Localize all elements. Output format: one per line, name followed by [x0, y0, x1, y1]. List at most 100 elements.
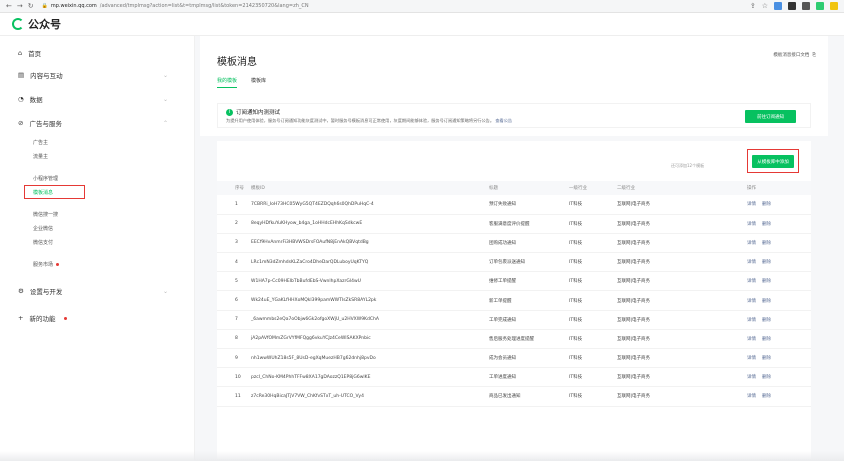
template-id: 7CBRRi_IoH73HC05WyG5QT4EZDQqh6s0QhDPuHqC…	[251, 195, 489, 215]
detail-link[interactable]: 详情	[747, 260, 756, 265]
template-id: z7cRe30HqBicaJTjV7VW_ChKfvSTxT_uh-UTCO_V…	[251, 386, 489, 407]
star-icon[interactable]: ☆	[762, 2, 768, 10]
delete-link[interactable]: 删除	[762, 241, 771, 246]
template-id: LRc1mN3dZmhdsKLZaCro4DheDarQDLuboyUqKTYQ	[251, 252, 489, 273]
industry-2: 互联网|电子商务	[617, 367, 747, 388]
table-row: 4 LRc1mN3dZmhdsKLZaCro4DheDarQDLuboyUqKTY…	[217, 252, 811, 273]
forward-icon[interactable]: →	[17, 2, 23, 10]
chevron-down-icon: ⌄	[162, 287, 168, 295]
sidebar-item-content[interactable]: ▤ 内容与互动 ⌄	[18, 70, 168, 80]
delete-link[interactable]: 删除	[762, 356, 771, 361]
detail-link[interactable]: 详情	[747, 356, 756, 361]
template-id: jA2pAVfOMmZGrVYfMFQgg6vkuYCJz4CeWISAKXPn…	[251, 329, 489, 350]
sidebar: ⌂ 首页 ▤ 内容与互动 ⌄ ◔ 数据 ⌄ ⊘ 广告与服务 ⌃ 广告主 流量主 …	[0, 36, 195, 461]
detail-link[interactable]: 详情	[747, 299, 756, 304]
sidebar-item-new-features[interactable]: + 新的功能	[18, 313, 168, 323]
reload-icon[interactable]: ↻	[28, 2, 34, 10]
url-path: /advanced/tmplmsg?action=list&t=tmplmsg/…	[99, 3, 309, 9]
extension-icon[interactable]	[774, 2, 782, 10]
industry-1: IT科技	[569, 271, 617, 292]
delete-link[interactable]: 删除	[762, 279, 771, 284]
doc-link[interactable]: 模板消息接口文档 ⎘	[773, 52, 816, 58]
detail-link[interactable]: 详情	[747, 394, 756, 399]
address-bar[interactable]: 🔒 mp.weixin.qq.com /advanced/tmplmsg?act…	[42, 3, 309, 9]
row-actions: 详情 删除	[747, 214, 811, 234]
delete-link[interactable]: 删除	[762, 222, 771, 227]
template-title: 新工单提醒	[489, 290, 569, 311]
notice-desc-text: 为提升用户使用体验，服务号订阅通知功能灰度测试中，暂时服务号模板消息可正常使用，…	[226, 118, 495, 123]
row-actions: 详情 删除	[747, 252, 811, 273]
sidebar-item-label: 首页	[28, 50, 42, 58]
bottom-fade	[0, 451, 844, 461]
row-actions: 详情 删除	[747, 290, 811, 311]
sub-item-pay[interactable]: 微信支付	[33, 239, 53, 246]
sidebar-item-home[interactable]: ⌂ 首页	[18, 48, 168, 58]
sub-item-miniprogram[interactable]: 小程序管理	[33, 175, 58, 182]
tab-my-templates[interactable]: 我的模板	[217, 77, 238, 88]
template-id: nh1wwWUhZ18s5F_8UsD-egXqMuezHB7g62dnhj8p…	[251, 348, 489, 369]
detail-link[interactable]: 详情	[747, 279, 756, 284]
sub-item-label: 服务市场	[33, 262, 54, 268]
delete-link[interactable]: 删除	[762, 260, 771, 265]
home-icon: ⌂	[18, 49, 23, 57]
row-number: 3	[217, 233, 251, 254]
delete-link[interactable]: 删除	[762, 337, 771, 342]
notice-link[interactable]: 查看公告	[495, 118, 512, 123]
row-number: 5	[217, 271, 251, 292]
template-id: EECf9HvAnmrFi3HBVWSDrsFOAufN8jEnAkQBVqtd…	[251, 233, 489, 254]
settings-icon: ⚙	[18, 287, 24, 295]
top-header: 公众号	[0, 13, 844, 36]
sidebar-item-settings[interactable]: ⚙ 设置与开发 ⌄	[18, 286, 168, 296]
go-subscribe-button[interactable]: 前往订阅通知	[745, 110, 796, 123]
delete-link[interactable]: 删除	[762, 394, 771, 399]
chevron-down-icon: ⌄	[162, 71, 168, 79]
detail-link[interactable]: 详情	[747, 222, 756, 227]
highlight-box	[747, 149, 799, 173]
detail-link[interactable]: 详情	[747, 375, 756, 380]
row-actions: 详情 删除	[747, 386, 811, 407]
extension-icon[interactable]	[802, 2, 810, 10]
sub-item-search[interactable]: 微信搜一搜	[33, 211, 58, 218]
detail-link[interactable]: 详情	[747, 241, 756, 246]
detail-link[interactable]: 详情	[747, 337, 756, 342]
back-icon[interactable]: ←	[6, 2, 12, 10]
industry-2: 互联网|电子商务	[617, 329, 747, 350]
sub-item-advertiser[interactable]: 广告主	[33, 139, 48, 146]
table-header: 序号 模板ID 标题 一级行业 二级行业 操作	[217, 181, 811, 195]
detail-link[interactable]: 详情	[747, 318, 756, 323]
sidebar-item-label: 内容与互动	[30, 72, 63, 80]
sidebar-item-ads[interactable]: ⊘ 广告与服务 ⌃	[18, 118, 168, 128]
tab-template-library[interactable]: 模板库	[251, 77, 266, 88]
external-doc-icon: ⎘	[812, 53, 816, 58]
sub-item-wecom[interactable]: 企业微信	[33, 225, 53, 232]
industry-1: IT科技	[569, 233, 617, 254]
red-dot-badge	[56, 263, 60, 266]
template-title: 售后服务处理进度提醒	[489, 329, 569, 350]
delete-link[interactable]: 删除	[762, 299, 771, 304]
delete-link[interactable]: 删除	[762, 375, 771, 380]
logo[interactable]: 公众号	[12, 16, 61, 32]
delete-link[interactable]: 删除	[762, 318, 771, 323]
industry-1: IT科技	[569, 329, 617, 350]
extension-icon[interactable]	[788, 2, 796, 10]
share-icon[interactable]: ⇪	[750, 2, 756, 10]
delete-link[interactable]: 删除	[762, 202, 771, 207]
sub-item-market[interactable]: 服务市场	[33, 261, 60, 268]
industry-1: IT科技	[569, 310, 617, 330]
detail-link[interactable]: 详情	[747, 202, 756, 207]
template-id: _6awmmbs2eQa7oObjw6Gk2ofgoXWjU_u2HVXW9Kd…	[251, 310, 489, 330]
sidebar-item-label: 广告与服务	[29, 120, 62, 128]
industry-2: 互联网|电子商务	[617, 214, 747, 234]
row-number: 10	[217, 367, 251, 388]
template-title: 订单包裹派送通知	[489, 252, 569, 273]
industry-1: IT科技	[569, 214, 617, 234]
plus-icon: +	[18, 314, 24, 322]
extension-icon[interactable]	[816, 2, 824, 10]
row-number: 6	[217, 290, 251, 311]
industry-1: IT科技	[569, 252, 617, 273]
template-title: 团购成功通知	[489, 233, 569, 254]
sub-item-publisher[interactable]: 流量主	[33, 153, 48, 160]
extension-icon[interactable]	[830, 2, 838, 10]
sidebar-item-data[interactable]: ◔ 数据 ⌄	[18, 94, 168, 104]
row-number: 8	[217, 329, 251, 350]
